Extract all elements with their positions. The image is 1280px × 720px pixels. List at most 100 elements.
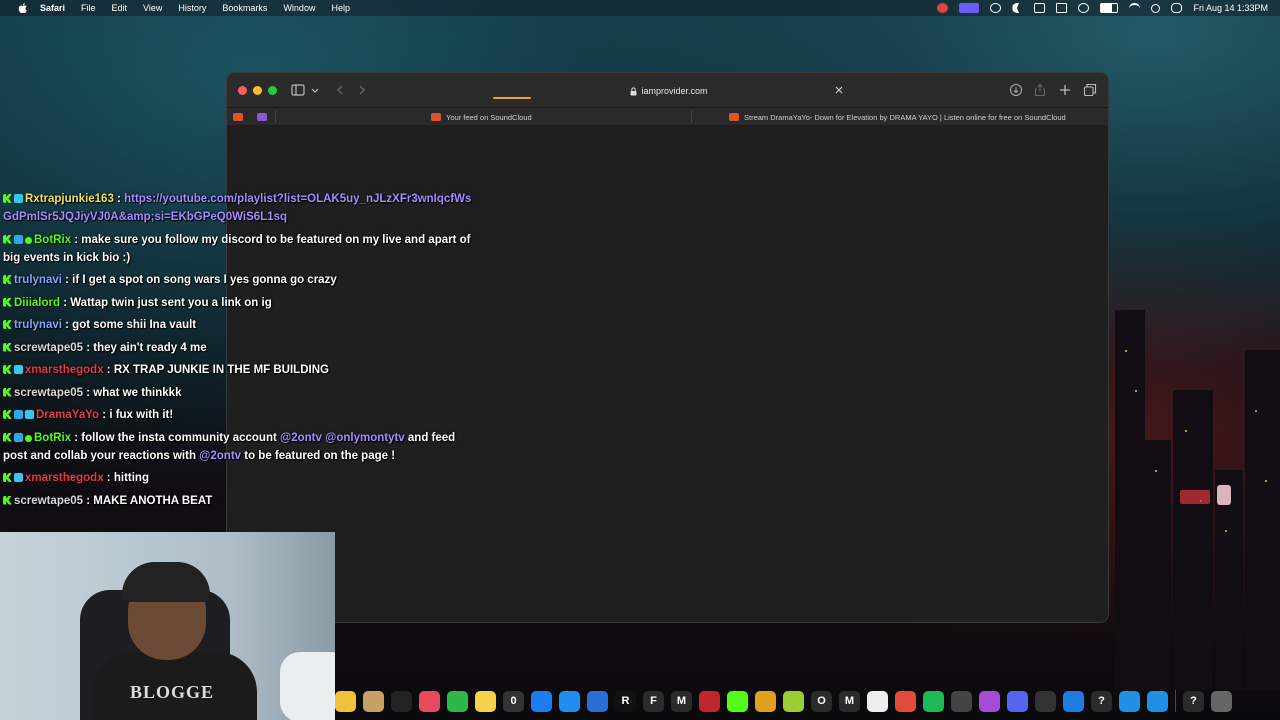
chat-mention-link[interactable]: @onlymontytv [325,432,405,444]
menu-view[interactable]: View [143,3,162,13]
sub-badge-icon [14,365,23,374]
forward-icon[interactable] [355,83,369,97]
wifi-icon[interactable] [1129,3,1141,13]
keynote-icon[interactable] [587,690,608,712]
tab-overview-icon[interactable] [1083,83,1097,97]
chat-username[interactable]: trulynavi [14,319,62,331]
chat-username[interactable]: trulynavi [14,274,62,286]
chat-username[interactable]: Rxtrapjunkie163 [25,193,114,205]
tweak-icon[interactable] [755,690,776,712]
sub-badge-icon [14,194,23,203]
photos-icon[interactable] [335,690,356,712]
obs-icon[interactable] [951,690,972,712]
chat-username[interactable]: xmarsthegodx [25,364,104,376]
stop-loading-icon[interactable] [833,84,845,96]
battery-icon[interactable] [1100,3,1119,13]
chat-username[interactable]: xmarsthegodx [25,472,104,484]
search-icon[interactable] [1151,3,1161,13]
discord-icon[interactable] [1007,690,1028,712]
menubar-clock[interactable]: Fri Aug 14 1:33PM [1193,3,1268,13]
help-icon[interactable]: ? [1091,690,1112,712]
tab-bar: Your feed on SoundCloud Stream DramaYaYo… [227,107,1108,125]
chat-username[interactable]: screwtape05 [14,495,83,507]
chat-mention-link[interactable]: @2ontv [280,432,322,444]
o-app-icon[interactable]: O [811,690,832,712]
chat-separator: : [83,386,94,399]
podcasts-icon[interactable] [979,690,1000,712]
finder-icon[interactable] [867,690,888,712]
moon-icon[interactable] [1012,3,1020,13]
downloads-icon[interactable] [1009,83,1023,97]
tab-label: Stream DramaYaYo- Down for Elevation by … [744,112,1066,122]
chat-username[interactable]: screwtape05 [14,342,83,354]
numbers-icon[interactable] [447,690,468,712]
menu-help[interactable]: Help [331,3,350,13]
zoom-window-button[interactable] [268,86,277,95]
chat-message: screwtape05 : what we thinkkk [3,384,473,402]
menu-app-name[interactable]: Safari [40,3,65,13]
window-icon[interactable] [1056,3,1068,13]
control-center-icon[interactable] [1171,3,1183,13]
apple-tv-icon[interactable] [391,690,412,712]
new-tab-icon[interactable] [1058,83,1072,97]
chat-text: Wattap twin just sent you a link on ig [70,296,272,309]
0-app-icon[interactable]: 0 [503,690,524,712]
chat-separator: : [61,274,73,286]
record-icon[interactable] [699,690,720,712]
chat-message: xmarsthegodx : hitting [3,469,473,487]
chat-username[interactable]: Diiialord [14,297,60,309]
help2-icon[interactable]: ? [1183,690,1204,712]
play-icon[interactable] [1078,3,1090,13]
m-app-icon[interactable]: M [671,690,692,712]
tab-pinned-soundcloud[interactable] [233,108,248,126]
chat-separator: : [60,296,71,309]
menu-window[interactable]: Window [283,3,315,13]
chat-text: they ain't ready 4 me [93,341,207,354]
tab-pinned-kick[interactable] [257,108,272,126]
mod-badge-icon [25,236,32,244]
menu-file[interactable]: File [81,3,96,13]
close-window-button[interactable] [238,86,247,95]
chrome-icon[interactable] [895,690,916,712]
news-icon[interactable] [419,690,440,712]
xbox-icon[interactable] [783,690,804,712]
minimize-window-button[interactable] [253,86,262,95]
chat-username[interactable]: BotRix [34,432,71,444]
notes-app-icon[interactable] [363,690,384,712]
tab-soundcloud-feed[interactable]: Your feed on SoundCloud [431,108,532,126]
back-icon[interactable] [333,83,347,97]
chat-username[interactable]: DramaYaYo [36,409,99,421]
apple-logo-icon[interactable] [16,3,30,13]
menu-bookmarks[interactable]: Bookmarks [222,3,267,13]
tab-soundcloud-stream[interactable]: Stream DramaYaYo- Down for Elevation by … [729,108,1066,126]
chevron-down-icon[interactable] [311,83,319,97]
address-bar[interactable]: iamprovider.com [489,81,849,101]
share-icon[interactable] [1033,83,1047,97]
kick-icon[interactable] [727,690,748,712]
chat-text: what we thinkkk [93,386,182,399]
safari-icon[interactable] [1119,690,1140,712]
chat-username[interactable]: BotRix [34,234,71,246]
notes-icon[interactable] [475,690,496,712]
xcode-icon[interactable] [531,690,552,712]
menu-history[interactable]: History [178,3,206,13]
chat-text: follow the insta community account [81,431,281,444]
trash-icon[interactable] [1211,690,1232,712]
display-icon[interactable] [1034,3,1046,13]
r-app-icon[interactable]: R [615,690,636,712]
status-app-icon[interactable] [937,3,949,13]
sidebar-icon[interactable] [291,83,305,97]
menu-edit[interactable]: Edit [112,3,128,13]
activity-icon[interactable] [1035,690,1056,712]
spotify-icon[interactable] [923,690,944,712]
chat-message: screwtape05 : MAKE ANOTHA BEAT [3,492,473,510]
chat-mention-link[interactable]: @2ontv [199,450,241,462]
safari2-icon[interactable] [1147,690,1168,712]
chat-username[interactable]: screwtape05 [14,387,83,399]
camera-icon[interactable] [990,3,1002,13]
screen-record-icon[interactable] [959,3,980,13]
bluetooth-icon[interactable] [1063,690,1084,712]
m2-app-icon[interactable]: M [839,690,860,712]
app-store-icon[interactable] [559,690,580,712]
f-app-icon[interactable]: F [643,690,664,712]
